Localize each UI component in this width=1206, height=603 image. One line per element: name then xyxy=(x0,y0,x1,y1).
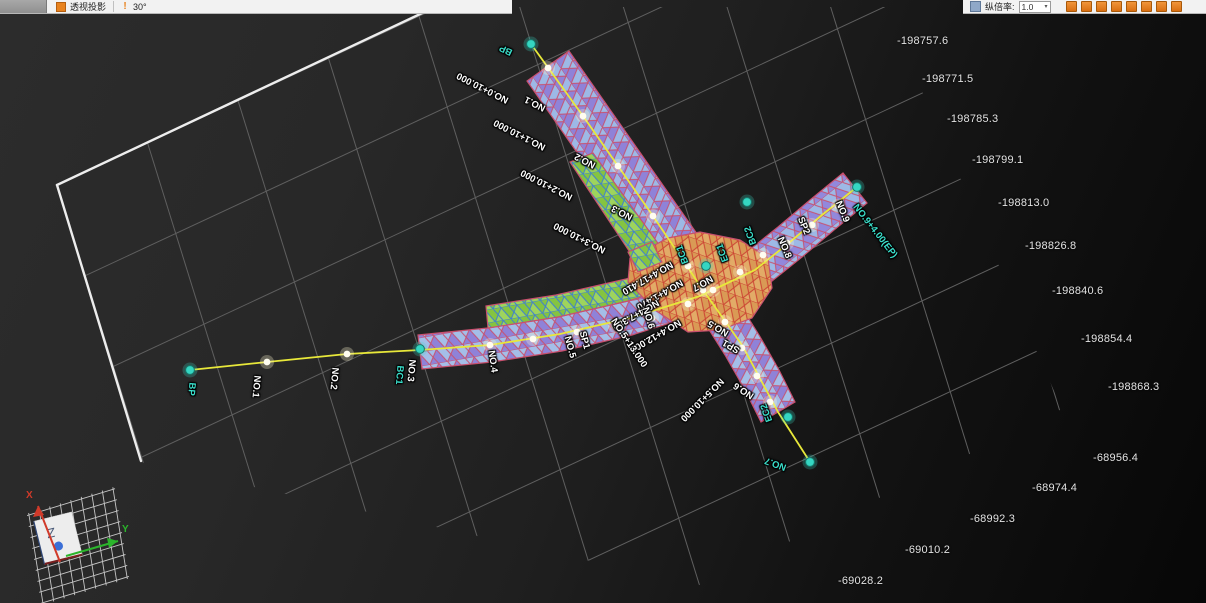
toolbar-right: 纵倍率: 1.0 ▾ xyxy=(963,0,1206,14)
projection-mode-button[interactable]: 透视投影 xyxy=(49,0,113,13)
grid-axis-label: -198854.4 xyxy=(1081,333,1132,345)
grid-axis-label: -68974.4 xyxy=(1032,482,1077,494)
tool-icon-1[interactable] xyxy=(1066,1,1077,12)
chevron-down-icon: ▾ xyxy=(1045,2,1048,12)
vertical-scale-select[interactable]: 1.0 ▾ xyxy=(1019,1,1051,13)
grid-axis-label: -198785.3 xyxy=(947,113,998,125)
station-label: BP xyxy=(185,382,197,396)
projection-icon xyxy=(56,2,66,12)
grid-axis-label: -68956.4 xyxy=(1093,452,1138,464)
station-label: NO.3 xyxy=(405,359,418,382)
grid-axis-label: -69028.2 xyxy=(838,575,883,587)
grid-axis-label: -68992.3 xyxy=(970,513,1015,525)
vertical-scale-value: 1.0 xyxy=(1022,2,1034,12)
tool-icon-8[interactable] xyxy=(1171,1,1182,12)
vertical-scale-icon xyxy=(970,1,981,12)
grid-edge-highlight xyxy=(57,7,435,461)
tool-icon-4[interactable] xyxy=(1111,1,1122,12)
grid-axis-label: -198840.6 xyxy=(1052,285,1103,297)
grid-axis-label: -198813.0 xyxy=(998,197,1049,209)
station-label: NO.1 xyxy=(250,375,263,398)
toolbar-left: 透视投影 ! 30° xyxy=(0,0,512,14)
grid-axis-label: -69010.2 xyxy=(905,544,950,556)
view-angle-button[interactable]: ! 30° xyxy=(114,0,154,13)
tool-icon-2[interactable] xyxy=(1081,1,1092,12)
gizmo-y-label: Y xyxy=(122,524,129,535)
gizmo-x-label: X xyxy=(26,490,33,501)
toolbar-icon-group xyxy=(1066,1,1182,12)
tool-icon-6[interactable] xyxy=(1141,1,1152,12)
cad-application-window: { "toolbar": { "left": { "projection_lab… xyxy=(0,0,1206,603)
grid-axis-label: -198757.6 xyxy=(897,35,948,47)
projection-label: 透视投影 xyxy=(70,0,106,13)
angle-label: 30° xyxy=(133,2,147,12)
view-mode-button[interactable] xyxy=(0,0,47,13)
grid-axis-label: -198771.5 xyxy=(922,73,973,85)
vertical-scale-group: 纵倍率: 1.0 ▾ xyxy=(963,0,1058,13)
axis-orientation-gizmo[interactable]: Z X Y xyxy=(6,484,154,603)
tool-icon-7[interactable] xyxy=(1156,1,1167,12)
3d-viewport[interactable]: -198757.6 -198771.5 -198785.3 -198799.1 -198… xyxy=(0,0,1206,603)
grid-axis-label: -198799.1 xyxy=(972,154,1023,166)
tool-icon-5[interactable] xyxy=(1126,1,1137,12)
grid-axis-label: -198868.3 xyxy=(1108,381,1159,393)
vertical-scale-label: 纵倍率: xyxy=(985,0,1015,13)
station-label: NO.2 xyxy=(328,367,341,390)
tool-icon-3[interactable] xyxy=(1096,1,1107,12)
grid-axis-label: -198826.8 xyxy=(1025,240,1076,252)
angle-icon: ! xyxy=(121,2,129,12)
scene-canvas xyxy=(0,0,1206,603)
station-label: BC1 xyxy=(393,365,406,385)
